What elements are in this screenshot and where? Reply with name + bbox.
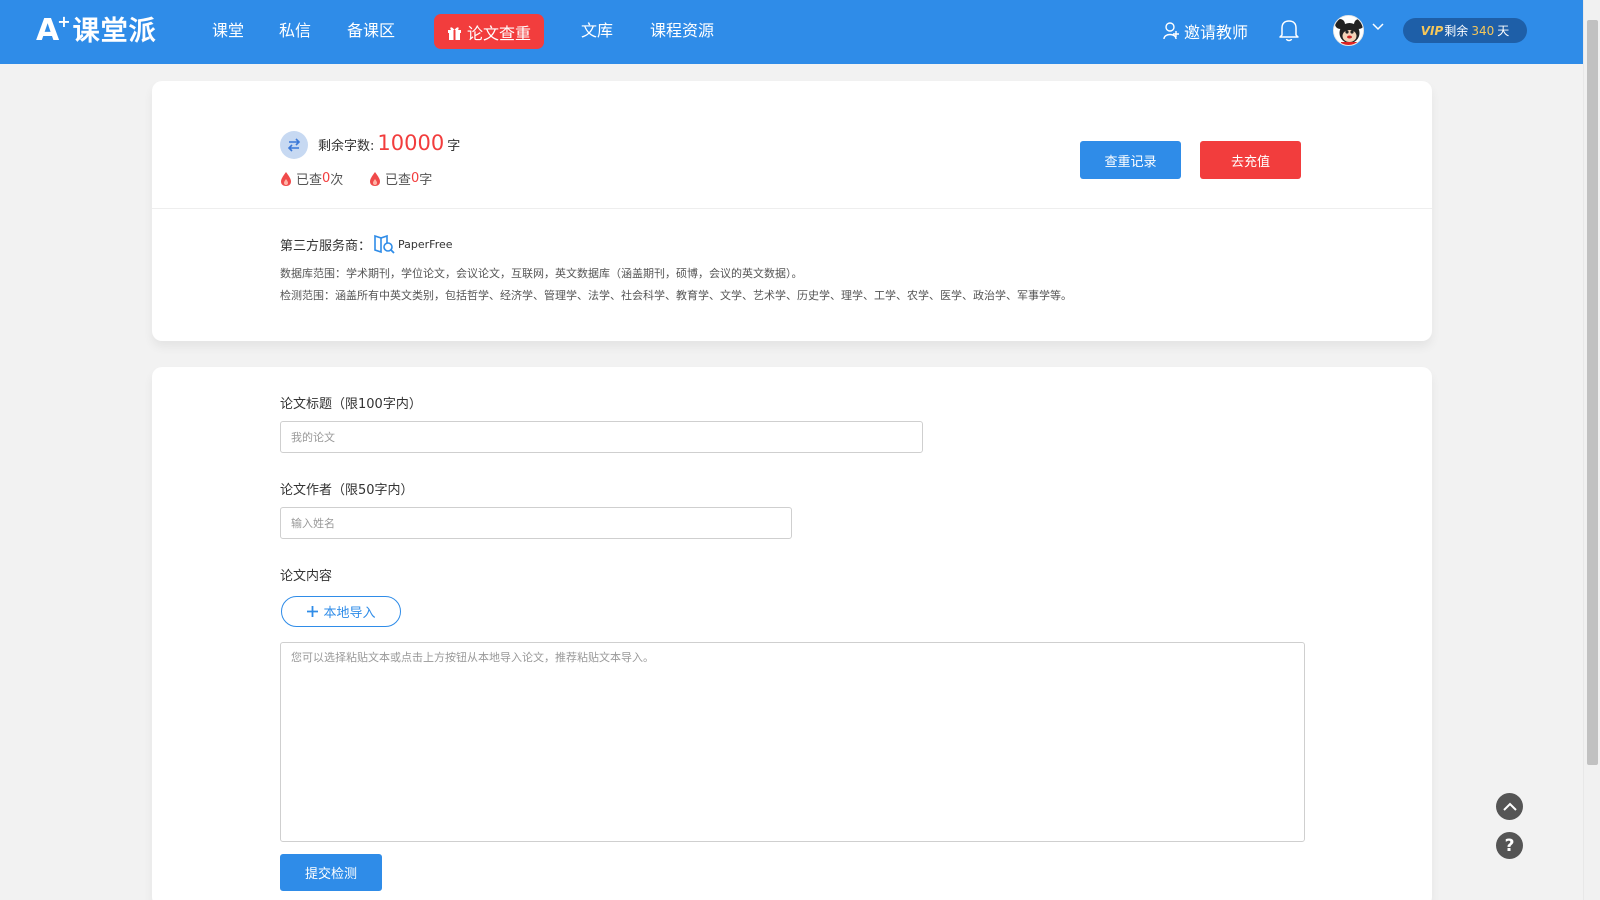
nav-item-classroom[interactable]: 课堂 [212,20,244,42]
back-to-top-button[interactable] [1496,793,1523,820]
author-input[interactable] [280,507,792,539]
provider-row: 第三方服务商： PaperFree [280,233,453,255]
quota-card: 剩余字数: 10000 字 已查 0 次 已查 0 字 查重记录 去充值 第三方… [152,81,1432,341]
paper-form-card: 论文标题（限100字内） 论文作者（限50字内） 论文内容 本地导入 提交检测 [152,367,1432,900]
content-textarea[interactable] [280,642,1305,842]
logo-plus: + [57,12,71,31]
top-navbar: A + 课堂派 课堂 私信 备课区 论文查重 文库 课程资源 邀请教师 VIP … [0,0,1583,64]
used-times: 已查 0 次 [280,169,343,188]
chevron-down-icon[interactable] [1372,23,1384,31]
invite-teacher-button[interactable]: 邀请教师 [1163,19,1248,43]
nav-item-messages[interactable]: 私信 [279,20,311,42]
flame-icon [370,171,380,186]
vip-suffix: 天 [1497,24,1510,38]
nav-item-course-resources[interactable]: 课程资源 [650,20,714,42]
submit-check-button[interactable]: 提交检测 [280,854,382,891]
nav-item-prep[interactable]: 备课区 [347,20,395,42]
detection-scope: 检测范围：涵盖所有中英文类别，包括哲学、经济学、管理学、法学、社会科学、教育学、… [280,289,1072,302]
vip-badge[interactable]: VIP 剩余 340 天 [1403,18,1527,43]
used-times-count: 0 [322,171,331,186]
author-label: 论文作者（限50字内） [280,483,414,498]
vertical-scrollbar[interactable] [1583,0,1600,900]
logo[interactable]: A + 课堂派 [36,14,157,50]
remaining-value: 10000 [377,131,445,155]
exchange-icon [280,131,308,159]
nav-item-library[interactable]: 文库 [581,20,613,42]
recharge-button[interactable]: 去充值 [1200,141,1301,179]
local-import-label: 本地导入 [323,606,376,621]
database-scope: 数据库范围：学术期刊，学位论文，会议论文，互联网，英文数据库（涵盖期刊，硕博，会… [280,267,803,280]
provider-name: PaperFree [398,237,453,251]
used-words-prefix: 已查 [385,173,412,188]
title-input[interactable] [280,421,923,453]
remaining-label: 剩余字数: [318,139,375,154]
check-record-button[interactable]: 查重记录 [1080,141,1181,179]
vip-prefix: 剩余 [1444,24,1469,38]
nav-item-plagiarism-label: 论文查重 [466,23,531,43]
title-label: 论文标题（限100字内） [280,397,422,412]
help-button[interactable]: ? [1496,832,1523,859]
used-words-count: 0 [411,171,420,186]
user-plus-icon [1163,22,1179,40]
question-icon: ? [1504,835,1515,856]
scrollbar-thumb[interactable] [1587,20,1598,765]
chevron-up-icon [1502,802,1517,811]
avatar[interactable] [1333,15,1364,46]
used-words: 已查 0 字 [369,169,432,188]
used-words-suffix: 字 [419,173,433,188]
divider [152,208,1432,209]
used-times-suffix: 次 [330,173,344,188]
flame-icon [281,171,291,186]
content-label: 论文内容 [280,569,333,584]
local-import-button[interactable]: 本地导入 [281,596,401,627]
provider-label: 第三方服务商： [280,238,372,254]
gift-icon [447,25,462,40]
paperfree-logo: PaperFree [373,233,453,255]
invite-label: 邀请教师 [1184,23,1249,42]
logo-text: 课堂派 [72,16,157,47]
logo-letter: A [36,13,60,48]
bell-icon[interactable] [1278,18,1300,42]
nav-item-plagiarism-check[interactable]: 论文查重 [434,14,544,49]
plus-icon [307,606,319,617]
remaining-unit: 字 [447,139,461,154]
paperfree-icon [374,234,395,254]
vip-tag: VIP [1420,23,1444,38]
used-times-prefix: 已查 [296,173,323,188]
remaining-words: 剩余字数: 10000 字 [318,131,460,155]
vip-days: 340 [1471,23,1495,38]
